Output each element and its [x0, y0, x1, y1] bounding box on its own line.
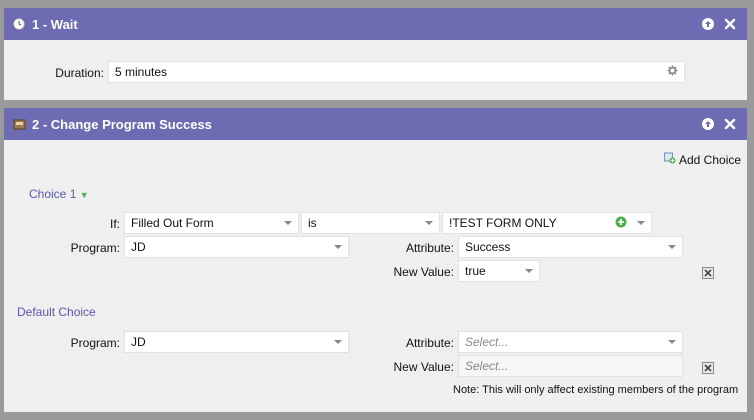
- operator-select[interactable]: is: [301, 212, 440, 234]
- dropdown-caret-icon: [668, 245, 676, 249]
- form-value: !TEST FORM ONLY: [449, 216, 557, 230]
- dropdown-caret-icon: [284, 221, 292, 225]
- program-select[interactable]: JD: [124, 236, 349, 258]
- trigger-value: Filled Out Form: [131, 216, 214, 230]
- trigger-select[interactable]: Filled Out Form: [124, 212, 299, 234]
- add-choice-button[interactable]: Add Choice: [664, 152, 741, 167]
- program-label: Program:: [70, 241, 120, 255]
- close-icon[interactable]: [723, 117, 737, 131]
- default-program-label: Program:: [70, 336, 120, 350]
- default-attribute-label: Attribute:: [405, 336, 454, 350]
- new-value-label: New Value:: [393, 265, 454, 279]
- close-icon[interactable]: [723, 17, 737, 31]
- wait-step-title: 1 - Wait: [32, 16, 78, 32]
- add-choice-label: Add Choice: [679, 152, 742, 167]
- choice-1-title-text: Choice 1: [29, 187, 77, 201]
- default-new-value-placeholder: Select...: [465, 359, 509, 373]
- choice-1-title[interactable]: Choice 1 ▼: [29, 187, 89, 201]
- program-value: JD: [131, 240, 146, 254]
- change-step-title: 2 - Change Program Success: [32, 116, 212, 132]
- new-value-select[interactable]: true: [458, 260, 540, 282]
- note-text: Note: This will only affect existing mem…: [453, 384, 739, 396]
- duration-value: 5 minutes: [115, 65, 168, 79]
- form-select[interactable]: !TEST FORM ONLY: [442, 212, 652, 234]
- delete-choice-icon[interactable]: [702, 267, 714, 279]
- add-choice-icon: [664, 152, 676, 167]
- default-attribute-placeholder: Select...: [465, 335, 509, 349]
- default-program-select[interactable]: JD: [124, 331, 349, 353]
- dropdown-caret-icon: [525, 269, 533, 273]
- move-up-icon[interactable]: [701, 117, 715, 131]
- operator-value: is: [308, 216, 317, 230]
- change-step-header: 2 - Change Program Success: [4, 108, 747, 140]
- attribute-value: Success: [465, 240, 511, 254]
- attribute-select[interactable]: Success: [458, 236, 683, 258]
- duration-field[interactable]: 5 minutes: [108, 61, 685, 83]
- delete-default-choice-icon[interactable]: [702, 362, 714, 374]
- wait-step-header: 1 - Wait: [4, 8, 747, 40]
- default-new-value-label: New Value:: [393, 360, 454, 374]
- move-up-icon[interactable]: [701, 17, 715, 31]
- if-label: If:: [109, 217, 120, 231]
- dropdown-caret-icon: [668, 340, 676, 344]
- duration-label: Duration:: [55, 66, 104, 80]
- dropdown-caret-icon: [637, 221, 645, 225]
- default-program-value: JD: [131, 335, 146, 349]
- dropdown-caret-icon: [334, 245, 342, 249]
- dropdown-caret-icon: [425, 221, 433, 225]
- program-icon: [12, 117, 26, 131]
- wait-step: 1 - Wait Duration: 5 minutes: [4, 8, 747, 100]
- gear-icon[interactable]: [667, 65, 678, 79]
- new-value-value: true: [465, 264, 486, 278]
- default-attribute-select[interactable]: Select...: [458, 331, 683, 353]
- default-new-value-select[interactable]: Select...: [458, 355, 683, 377]
- dropdown-caret-icon: [334, 340, 342, 344]
- default-choice-title: Default Choice: [17, 305, 96, 319]
- clock-icon: [12, 17, 26, 31]
- change-program-success-step: 2 - Change Program Success Add Choice Ch…: [4, 108, 747, 412]
- chevron-down-icon[interactable]: ▼: [80, 190, 89, 200]
- attribute-label: Attribute:: [405, 241, 454, 255]
- plus-circle-icon[interactable]: [615, 216, 627, 231]
